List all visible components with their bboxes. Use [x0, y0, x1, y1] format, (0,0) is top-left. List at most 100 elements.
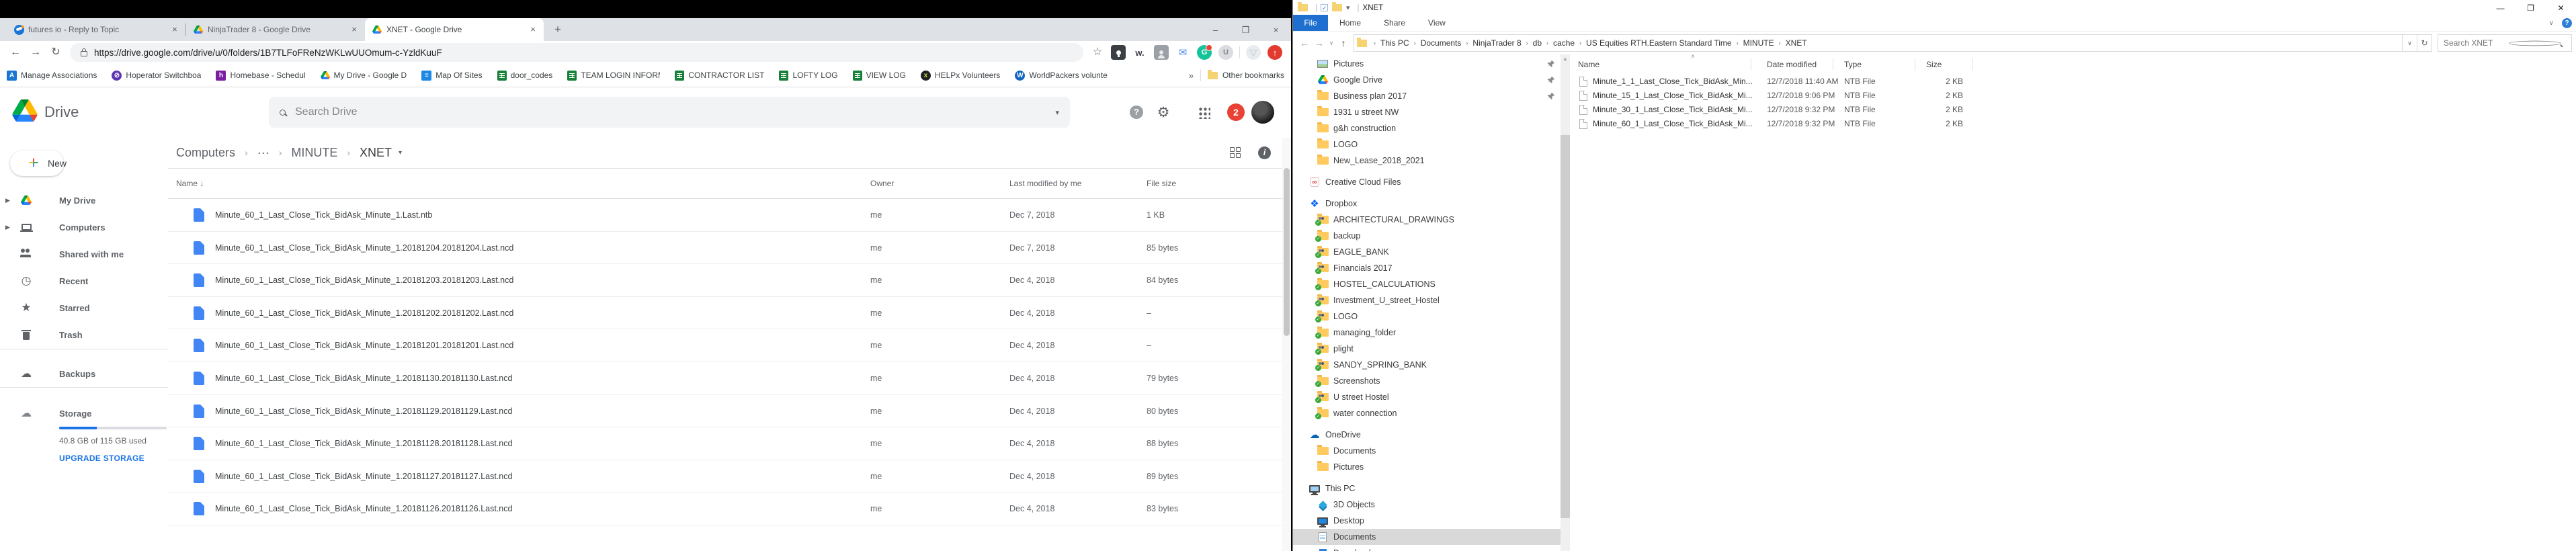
drive-file-row[interactable]: Minute_60_1_Last_Close_Tick_BidAsk_Minut…: [168, 199, 1291, 232]
explorer-address-box[interactable]: › This PC › Documents › NinjaTrader 8 › db › cac…: [1354, 34, 2403, 52]
drive-file-row[interactable]: Minute_60_1_Last_Close_Tick_BidAsk_Minut…: [168, 329, 1291, 362]
tree-scrollbar[interactable]: ▲: [1561, 54, 1570, 551]
menu-view[interactable]: View: [1417, 15, 1457, 31]
drive-file-row[interactable]: Minute_60_1_Last_Close_Tick_BidAsk_Minut…: [168, 362, 1291, 395]
scrollbar-up-arrow-icon[interactable]: ▲: [1561, 56, 1570, 62]
tree-item-pictures[interactable]: Pictures: [1293, 459, 1561, 475]
drive-file-row[interactable]: Minute_60_1_Last_Close_Tick_BidAsk_Minut…: [168, 427, 1291, 460]
address-separator-icon[interactable]: ›: [1734, 40, 1741, 46]
url-text[interactable]: https://drive.google.com/drive/u/0/folde…: [94, 48, 442, 58]
explorer-column-date-modified[interactable]: Date modified: [1767, 60, 1817, 69]
tree-item-this-pc[interactable]: This PC: [1293, 480, 1561, 497]
bookmark-contractor-list[interactable]: CONTRACTOR LIST: [675, 70, 764, 81]
chevron-right-icon[interactable]: ▶: [5, 197, 10, 204]
reload-button[interactable]: ↻: [47, 44, 65, 61]
settings-button[interactable]: ⚙: [1150, 99, 1177, 126]
explorer-restore-button[interactable]: ❐: [2516, 1, 2546, 15]
menu-file[interactable]: File: [1293, 15, 1328, 31]
lightbulb-extension-icon[interactable]: [1111, 45, 1126, 60]
apps-grid-button[interactable]: [1190, 99, 1217, 126]
tree-item-3d-objects[interactable]: 3D Objects: [1293, 497, 1561, 513]
column-name[interactable]: Name ↓: [176, 179, 204, 188]
tree-item-backup[interactable]: ✓ backup: [1293, 228, 1561, 244]
menu-share[interactable]: Share: [1372, 15, 1417, 31]
tree-item-new-lease-2018-2021[interactable]: New_Lease_2018_2021: [1293, 153, 1561, 169]
column-last-modified[interactable]: Last modified by me: [1009, 179, 1081, 188]
tree-item-sandy-spring-bank[interactable]: ✓ SANDY_SPRING_BANK: [1293, 357, 1561, 373]
tree-item-eagle-bank[interactable]: ✓ EAGLE_BANK: [1293, 244, 1561, 260]
explorer-file-row[interactable]: Minute_30_1_Last_Close_Tick_BidAsk_Mi...…: [1570, 103, 2576, 117]
address-segment[interactable]: db: [1531, 38, 1544, 48]
drive-file-row[interactable]: Minute_60_1_Last_Close_Tick_BidAsk_Minut…: [168, 297, 1291, 330]
explorer-search-box[interactable]: Search XNET: [2438, 34, 2572, 52]
bookmark-helpx-volunteers[interactable]: x HELPx Volunteers: [920, 70, 1000, 81]
browser-restore-button[interactable]: ❐: [1231, 24, 1261, 37]
breadcrumb-current[interactable]: XNET: [360, 146, 392, 160]
bookmark-view-log[interactable]: VIEW LOG: [852, 70, 906, 81]
tree-item-logo[interactable]: ✓ LOGO: [1293, 308, 1561, 325]
explorer-help-icon[interactable]: ?: [2562, 18, 2572, 28]
tab-xnet-google-drive[interactable]: XNET - Google Drive ×: [365, 18, 544, 41]
tree-item-desktop[interactable]: Desktop: [1293, 513, 1561, 529]
address-separator-icon[interactable]: ›: [1463, 40, 1470, 46]
address-separator-icon[interactable]: ›: [1411, 40, 1419, 46]
tab-ninjatrader-8-google-drive[interactable]: NinjaTrader 8 - Google Drive ×: [186, 18, 365, 41]
forward-button[interactable]: →: [27, 44, 44, 61]
tree-item-screenshots[interactable]: ✓ Screenshots: [1293, 373, 1561, 389]
bookmarks-overflow-button[interactable]: »: [1189, 71, 1194, 81]
tab-futures-io-reply-to-topic[interactable]: futures io - Reply to Topic ×: [7, 18, 185, 41]
breadcrumb-segment[interactable]: Computers: [176, 146, 235, 160]
tree-item-investment-u-street-hostel[interactable]: ✓ Investment_U_street_Hostel: [1293, 292, 1561, 308]
new-tab-button[interactable]: +: [549, 21, 567, 38]
breadcrumb-segment[interactable]: ···: [257, 146, 269, 160]
sidebar-item-computers[interactable]: ▶ Computers: [0, 214, 168, 241]
tab-close-icon[interactable]: ×: [169, 24, 180, 35]
u-extension-icon[interactable]: U: [1218, 45, 1233, 60]
tree-item-documents[interactable]: Documents: [1293, 529, 1561, 545]
breadcrumb-caret-icon[interactable]: ▾: [399, 149, 402, 157]
explorer-column-type[interactable]: Type: [1844, 60, 1862, 69]
funnel-extension-icon[interactable]: ▽: [1246, 45, 1261, 60]
quick-access-caret-icon[interactable]: ▾: [1346, 3, 1350, 12]
padlock-icon[interactable]: [81, 48, 87, 56]
bookmark-hoperator-switchboa[interactable]: ⊘ Hoperator Switchboa: [112, 70, 201, 81]
person-extension-icon[interactable]: [1154, 45, 1169, 60]
grid-view-toggle-icon[interactable]: [1230, 147, 1241, 158]
sidebar-item-backups[interactable]: ☁ Backups: [0, 360, 168, 387]
tree-item-g-h-construction[interactable]: g&h construction: [1293, 120, 1561, 136]
address-segment[interactable]: XNET: [1784, 38, 1809, 48]
explorer-file-row[interactable]: Minute_60_1_Last_Close_Tick_BidAsk_Mi...…: [1570, 117, 2576, 131]
browser-scrollbar-thumb[interactable]: [1284, 168, 1290, 336]
column-owner[interactable]: Owner: [870, 179, 894, 188]
tree-item-architectural-drawings[interactable]: ✓ ARCHITECTURAL_DRAWINGS: [1293, 212, 1561, 228]
drive-logo[interactable]: Drive: [0, 99, 168, 125]
drive-file-row[interactable]: Minute_60_1_Last_Close_Tick_BidAsk_Minut…: [168, 395, 1291, 428]
tree-item-plight[interactable]: ✓ plight: [1293, 341, 1561, 357]
other-bookmarks-button[interactable]: Other bookmarks: [1222, 71, 1284, 80]
address-segment[interactable]: cache: [1551, 38, 1577, 48]
sidebar-item-starred[interactable]: ★ Starred: [0, 294, 168, 321]
tree-item-onedrive[interactable]: ☁ OneDrive: [1293, 427, 1561, 443]
bookmark-team-login-inform[interactable]: TEAM LOGIN INFORM: [567, 70, 660, 81]
address-separator-icon[interactable]: ›: [1776, 40, 1784, 46]
drive-file-row[interactable]: Minute_60_1_Last_Close_Tick_BidAsk_Minut…: [168, 525, 1291, 533]
explorer-back-button[interactable]: ←: [1297, 38, 1312, 48]
browser-close-button[interactable]: ×: [1261, 24, 1291, 37]
info-icon[interactable]: i: [1258, 146, 1271, 159]
tree-item-financials-2017[interactable]: ✓ Financials 2017: [1293, 260, 1561, 276]
address-segment[interactable]: MINUTE: [1741, 38, 1776, 48]
address-segment[interactable]: NinjaTrader 8: [1470, 38, 1523, 48]
drive-file-row[interactable]: Minute_60_1_Last_Close_Tick_BidAsk_Minut…: [168, 460, 1291, 493]
tree-item-creative-cloud-files[interactable]: ∞ Creative Cloud Files: [1293, 174, 1561, 190]
bookmark-lofty-log[interactable]: LOFTY LOG: [779, 70, 838, 81]
tree-scrollbar-thumb[interactable]: [1561, 135, 1570, 518]
sidebar-item-trash[interactable]: Trash: [0, 321, 168, 348]
explorer-close-button[interactable]: ✕: [2546, 1, 2576, 15]
browser-scrollbar[interactable]: [1282, 138, 1291, 551]
new-button[interactable]: New: [10, 151, 67, 176]
tab-close-icon[interactable]: ×: [528, 24, 538, 35]
tree-item-downloads[interactable]: Downloads: [1293, 545, 1561, 551]
sidebar-item-recent[interactable]: ◷ Recent: [0, 267, 168, 294]
tree-item-managing-folder[interactable]: ✓ managing_folder: [1293, 325, 1561, 341]
explorer-forward-button[interactable]: →: [1312, 38, 1327, 48]
